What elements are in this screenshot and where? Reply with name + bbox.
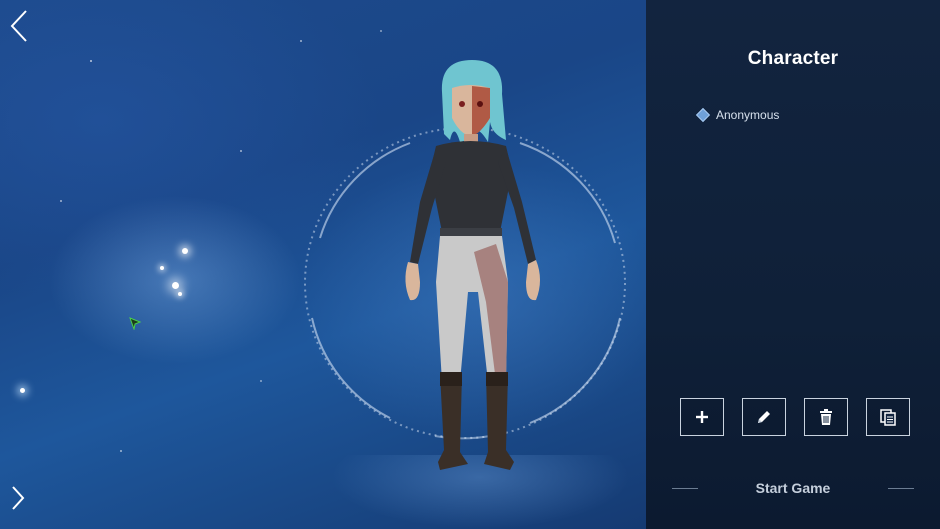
pencil-icon	[758, 411, 770, 423]
divider	[672, 487, 698, 489]
chevron-right-icon	[12, 486, 25, 510]
divider	[887, 487, 914, 489]
character-panel: Character Anonymous Start Game	[646, 0, 940, 529]
character-slot-anonymous[interactable]: Anonymous	[695, 107, 780, 123]
star	[178, 292, 182, 296]
star	[260, 380, 262, 382]
character-preview-scene	[0, 0, 646, 529]
add-character-button[interactable]	[680, 398, 724, 436]
start-game-row: Start Game	[672, 480, 914, 496]
start-game-button[interactable]: Start Game	[756, 480, 831, 496]
copy-character-button[interactable]	[866, 398, 910, 436]
character-name: Anonymous	[716, 108, 780, 122]
panel-title: Character	[747, 48, 839, 69]
star	[172, 282, 179, 289]
star	[300, 40, 302, 42]
star	[240, 150, 242, 152]
plus-icon	[696, 411, 708, 423]
star	[90, 60, 92, 62]
selected-diamond-icon	[695, 107, 711, 123]
star	[380, 30, 382, 32]
star	[120, 450, 122, 452]
next-button[interactable]	[6, 484, 28, 512]
star	[160, 266, 164, 270]
back-button[interactable]	[6, 8, 34, 44]
delete-character-button[interactable]	[804, 398, 848, 436]
star	[20, 388, 25, 393]
trash-icon	[820, 409, 832, 425]
copy-icon	[880, 409, 896, 426]
character-model[interactable]	[380, 52, 560, 482]
star	[60, 200, 62, 202]
star	[182, 248, 188, 254]
edit-character-button[interactable]	[742, 398, 786, 436]
chevron-left-icon	[10, 10, 27, 42]
character-actions	[680, 398, 910, 436]
ship-marker-icon	[129, 317, 142, 330]
